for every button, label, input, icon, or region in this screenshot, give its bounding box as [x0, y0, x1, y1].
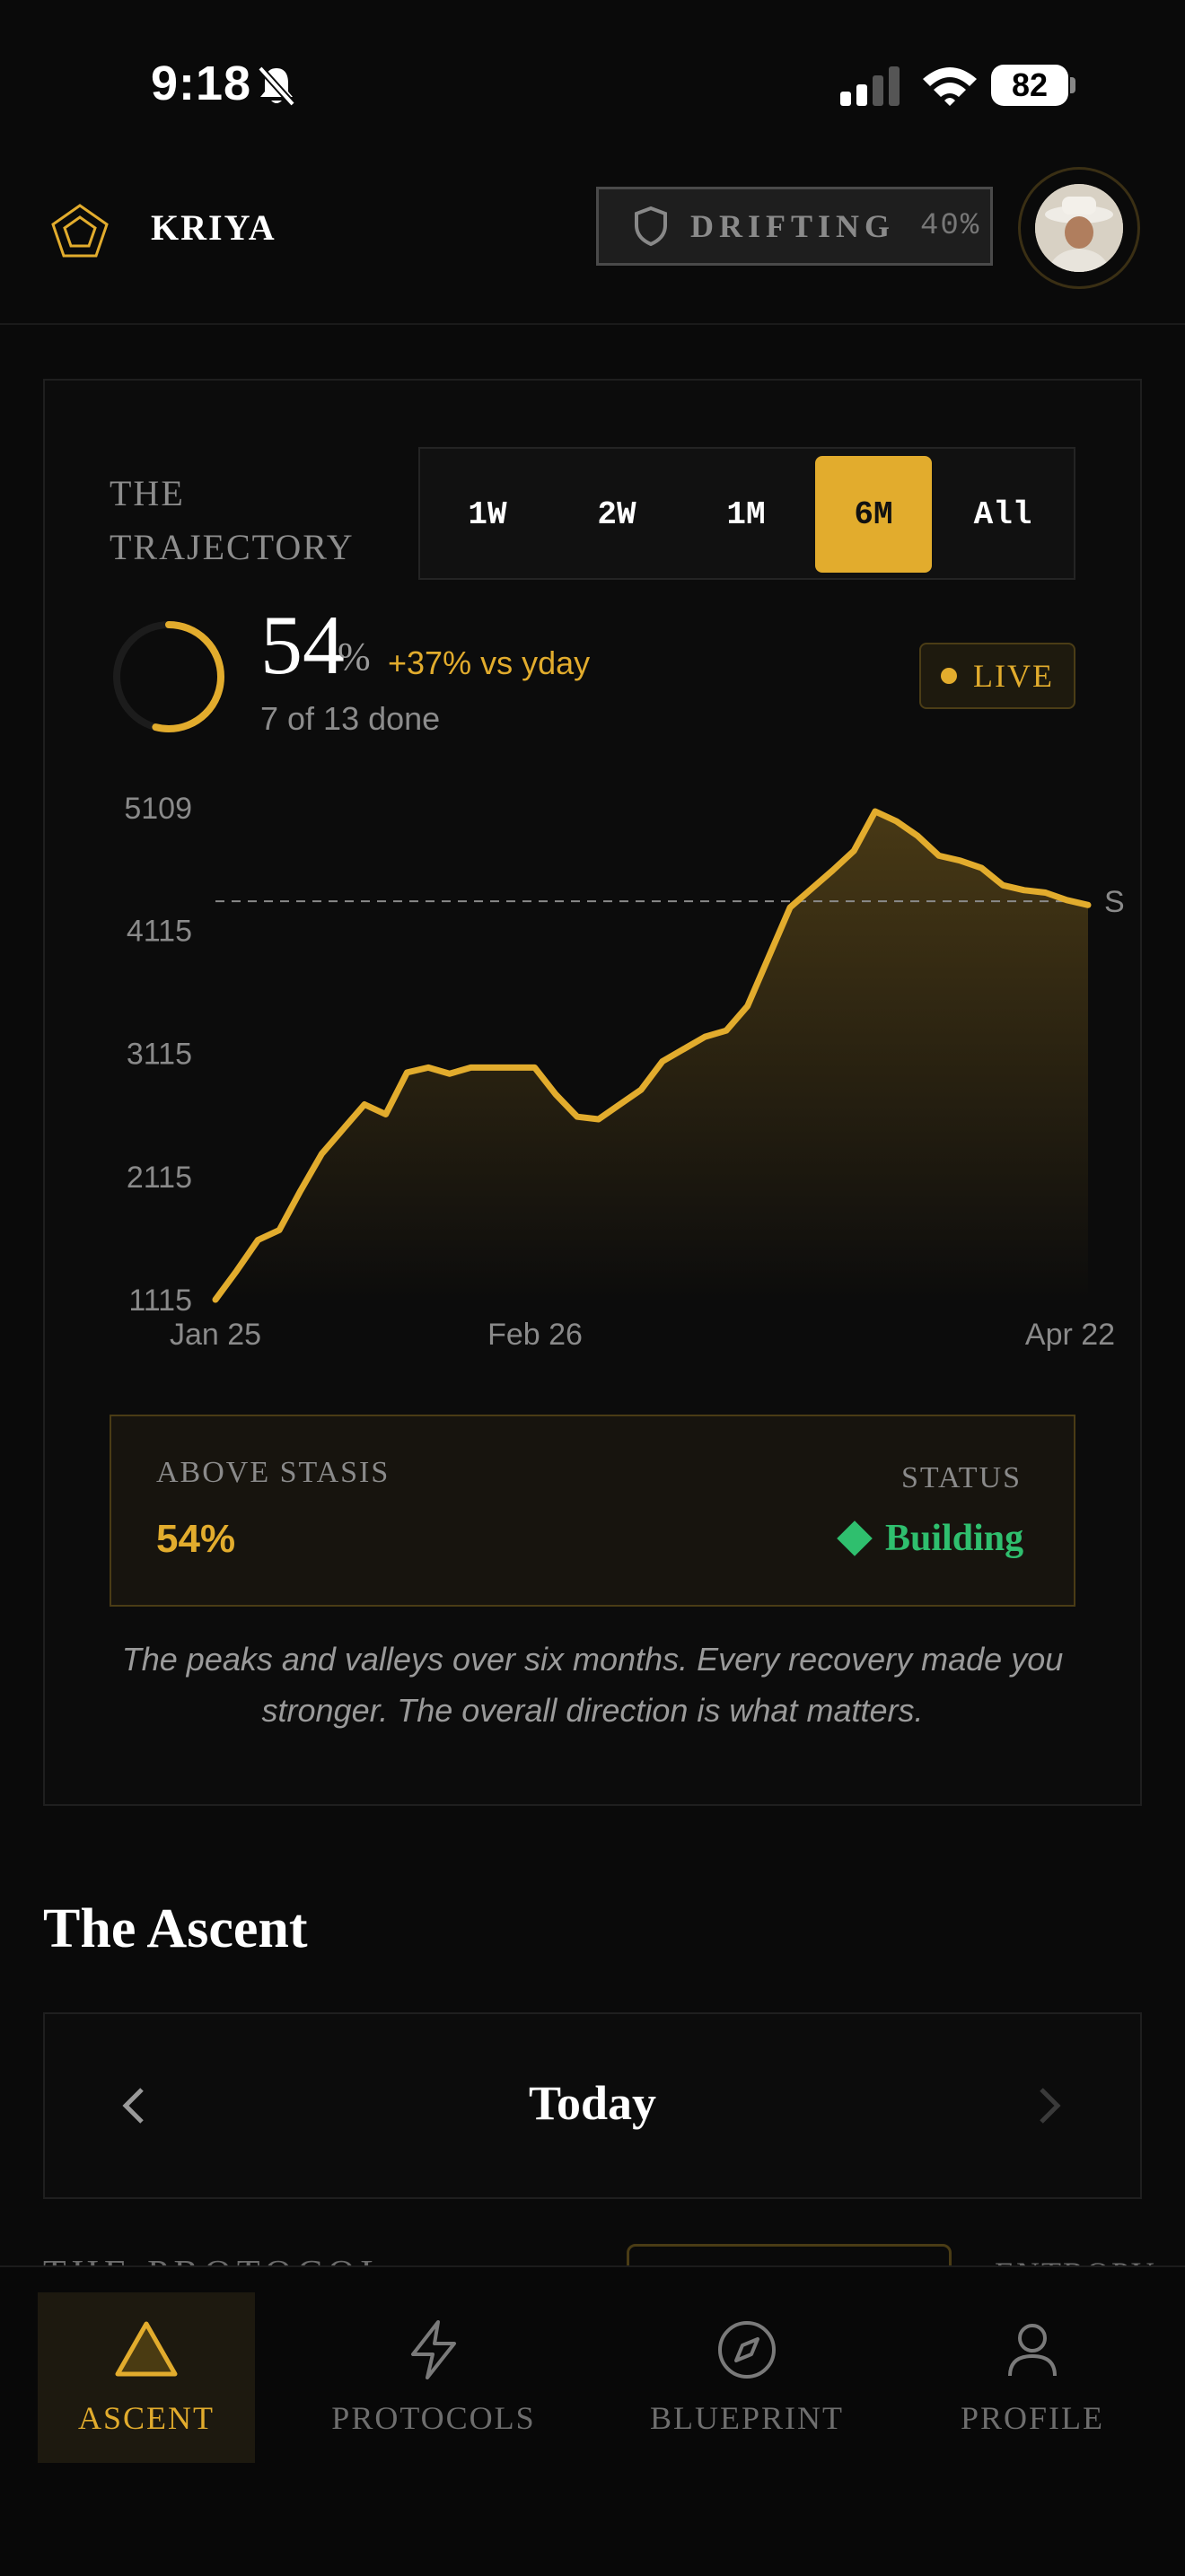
range-selector: 1W 2W 1M 6M All: [418, 447, 1075, 580]
tab-blueprint-label: BLUEPRINT: [650, 2400, 844, 2436]
tab-ascent-label: ASCENT: [77, 2400, 215, 2436]
user-icon: [1008, 2324, 1057, 2377]
above-stasis-value: 54%: [156, 1517, 236, 1561]
tab-blueprint[interactable]: BLUEPRINT: [636, 2292, 858, 2463]
drift-label: DRIFTING: [690, 208, 896, 244]
live-badge: LIVE: [919, 643, 1075, 709]
battery-cap: [1070, 77, 1075, 93]
bottom-tab-bar: ASCENT PROTOCOLS BLUEPRINT PROFILE: [0, 2265, 1185, 2576]
wifi-icon: [923, 67, 977, 106]
trajectory-caption: The peaks and valleys over six months. E…: [121, 1641, 1064, 1729]
header-divider: [0, 323, 1185, 325]
drift-value: 40%: [920, 209, 981, 243]
bolt-icon: [411, 2320, 456, 2379]
avatar: [1035, 184, 1123, 272]
range-1w-button[interactable]: 1W: [429, 456, 546, 573]
progress-percent-sign: %: [338, 635, 371, 679]
y-tick-label: 5109: [124, 792, 192, 826]
status-value: Building: [837, 1517, 1024, 1560]
drift-status-pill[interactable]: DRIFTING 40%: [596, 187, 993, 266]
y-tick-label: 2115: [127, 1161, 192, 1195]
diamond-icon: [837, 1520, 873, 1556]
range-all-button[interactable]: All: [944, 456, 1061, 573]
status-value-text: Building: [885, 1518, 1024, 1559]
reference-line-label: S: [1104, 885, 1125, 919]
tab-protocols-label: PROTOCOLS: [331, 2400, 536, 2436]
progress-percent: 54: [260, 599, 345, 692]
tab-profile-label: PROFILE: [960, 2400, 1105, 2436]
avatar-button[interactable]: [1018, 167, 1140, 289]
y-tick-label: 1115: [128, 1284, 192, 1318]
bell-muted-icon: [258, 66, 295, 107]
range-6m-button[interactable]: 6M: [815, 456, 932, 573]
x-tick-label: Feb 26: [487, 1318, 583, 1352]
shield-icon: [635, 206, 667, 247]
above-stasis-label: ABOVE STASIS: [156, 1456, 391, 1489]
x-tick-label: Apr 22: [1025, 1318, 1115, 1352]
triangle-icon: [115, 2321, 178, 2377]
y-tick-label: 3115: [127, 1038, 192, 1072]
brand-name: KRIYA: [151, 207, 276, 248]
compass-icon: [718, 2321, 776, 2379]
chevron-right-icon[interactable]: [1032, 2079, 1068, 2133]
y-tick-label: 4115: [127, 914, 192, 948]
battery-indicator: 82: [991, 65, 1068, 106]
progress-ring: [113, 621, 224, 732]
range-1m-button[interactable]: 1M: [688, 456, 804, 573]
progress-delta: +37% vs yday: [388, 644, 591, 681]
avatar-image: [1035, 184, 1123, 272]
ascent-heading: The Ascent: [43, 1898, 308, 1959]
live-dot-icon: [941, 668, 958, 684]
tab-protocols[interactable]: PROTOCOLS: [316, 2292, 551, 2463]
trajectory-chart: 51094115311521151115 Jan 25 Feb 26 Apr 22 …: [124, 792, 1125, 1352]
status-time: 9:18: [151, 57, 252, 110]
range-2w-button[interactable]: 2W: [558, 456, 675, 573]
done-count: 7 of 13 done: [260, 700, 441, 737]
status-label: STATUS: [901, 1461, 1022, 1494]
trajectory-title: THE TRAJECTORY: [110, 473, 355, 567]
series-area: [215, 811, 1088, 1300]
tab-ascent[interactable]: ASCENT: [38, 2292, 255, 2463]
stasis-summary-box: [110, 1415, 1075, 1607]
pentagon-logo-icon: [51, 204, 109, 258]
x-tick-label: Jan 25: [170, 1318, 261, 1352]
cellular-signal-icon: [840, 66, 900, 106]
tab-profile[interactable]: PROFILE: [946, 2292, 1119, 2463]
day-label: Today: [528, 2076, 657, 2130]
live-label: LIVE: [973, 658, 1054, 694]
